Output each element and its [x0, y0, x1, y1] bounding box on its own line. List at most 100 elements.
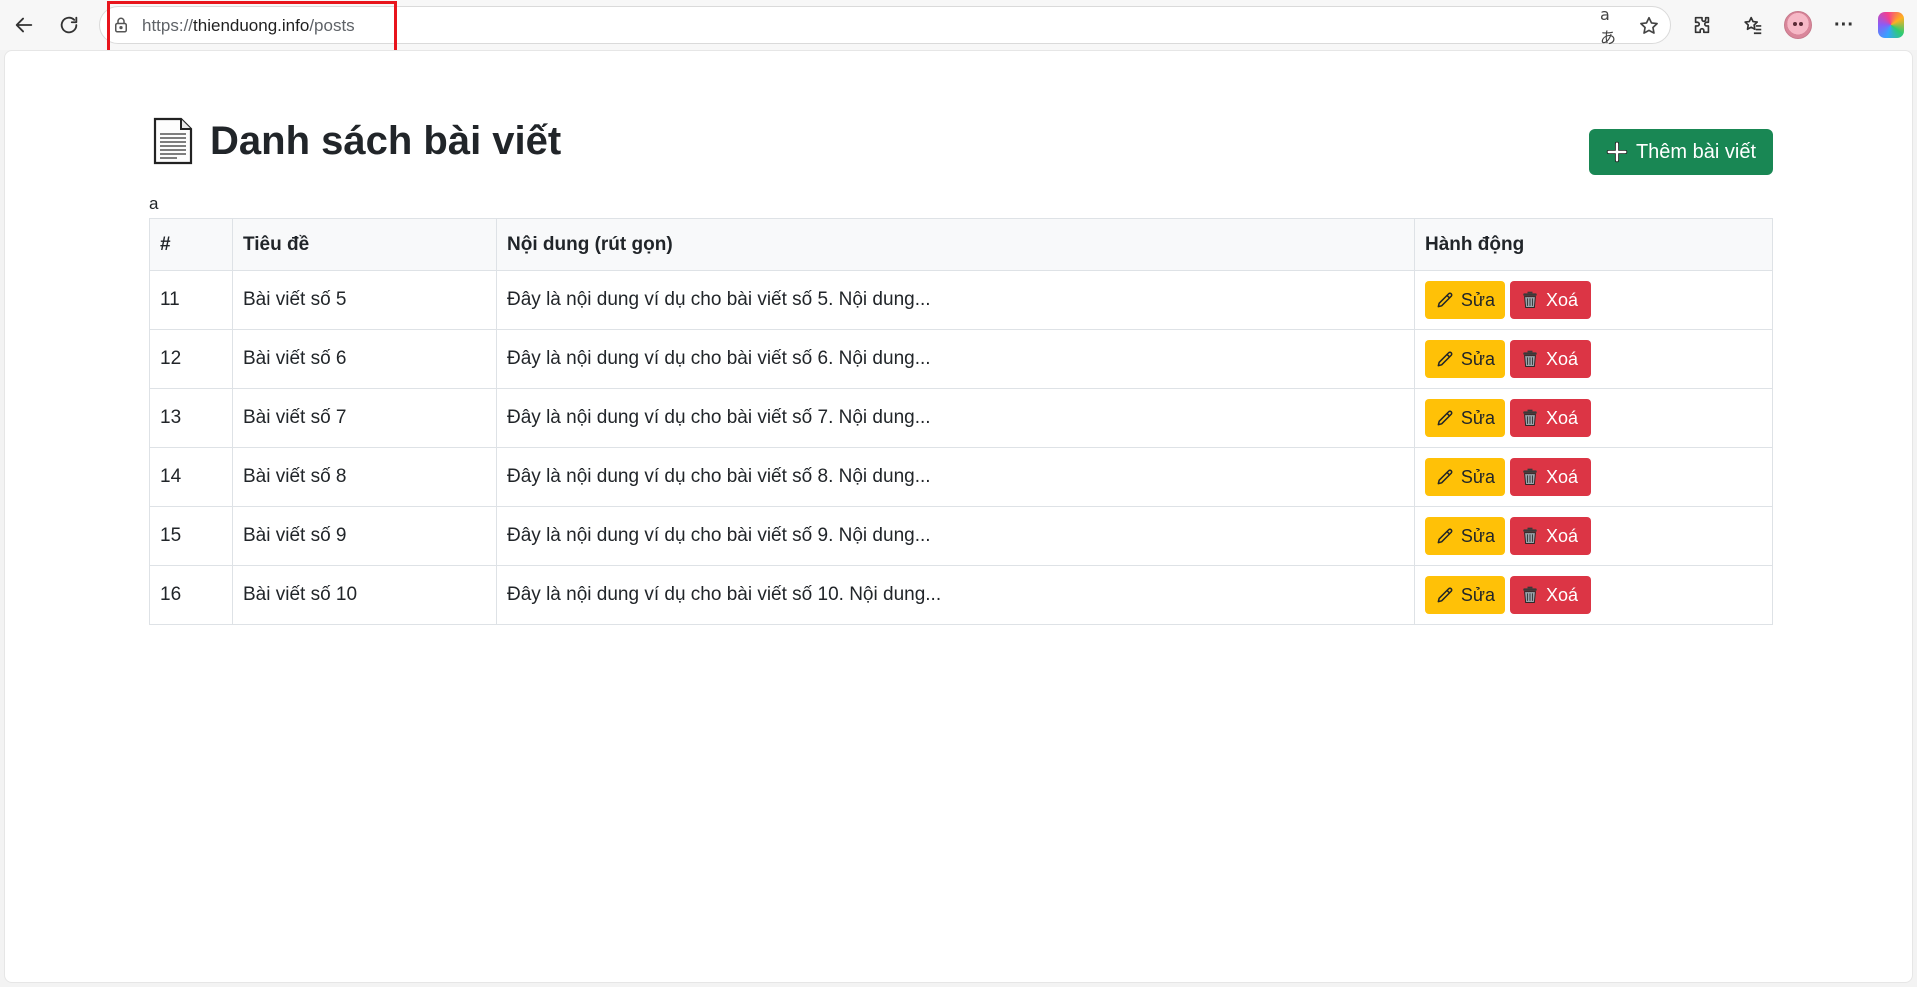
table-row: 13 Bài viết số 7 Đây là nội dung ví dụ c… [149, 388, 1773, 448]
delete-label: Xoá [1546, 584, 1579, 605]
delete-label: Xoá [1546, 525, 1579, 546]
cell-actions: Sửa Xoá [1414, 565, 1773, 625]
extensions-icon[interactable] [1686, 9, 1718, 41]
pencil-icon [1437, 410, 1453, 426]
delete-button[interactable]: Xoá [1510, 576, 1591, 614]
delete-button[interactable]: Xoá [1510, 458, 1591, 496]
cell-content: Đây là nội dung ví dụ cho bài viết số 8.… [496, 447, 1415, 507]
cell-title: Bài viết số 5 [232, 270, 497, 330]
pencil-icon [1437, 587, 1453, 603]
refresh-icon[interactable] [53, 9, 85, 41]
table-row: 12 Bài viết số 6 Đây là nội dung ví dụ c… [149, 329, 1773, 389]
add-post-label: Thêm bài viết [1635, 140, 1757, 163]
page-header: Danh sách bài viết Thêm bài viết [149, 113, 1773, 175]
pencil-icon [1437, 292, 1453, 308]
cell-id: 11 [149, 270, 233, 330]
edit-button[interactable]: Sửa [1425, 340, 1505, 378]
favorites-icon[interactable] [1737, 9, 1769, 41]
trash-icon [1523, 468, 1537, 485]
delete-label: Xoá [1546, 348, 1579, 369]
delete-label: Xoá [1546, 466, 1579, 487]
delete-button[interactable]: Xoá [1510, 517, 1591, 555]
back-icon[interactable] [8, 9, 40, 41]
table-header-row: # Tiêu đề Nội dung (rút gọn) Hành động [149, 218, 1773, 271]
add-post-button[interactable]: Thêm bài viết [1589, 129, 1773, 175]
cell-actions: Sửa Xoá [1414, 447, 1773, 507]
more-icon[interactable]: ··· [1828, 9, 1860, 41]
table-body: 11 Bài viết số 5 Đây là nội dung ví dụ c… [149, 270, 1773, 625]
cell-content: Đây là nội dung ví dụ cho bài viết số 6.… [496, 329, 1415, 389]
edit-label: Sửa [1460, 525, 1495, 546]
trash-icon [1523, 291, 1537, 308]
cell-actions: Sửa Xoá [1414, 270, 1773, 330]
pencil-icon [1437, 528, 1453, 544]
pencil-icon [1437, 469, 1453, 485]
delete-label: Xoá [1546, 407, 1579, 428]
trash-icon [1523, 586, 1537, 603]
page-viewport: Danh sách bài viết Thêm bài viết a # Tiê… [4, 50, 1913, 983]
browser-toolbar: https://thienduong.info/posts aあ ··· [0, 0, 1917, 53]
cell-id: 16 [149, 565, 233, 625]
cell-content: Đây là nội dung ví dụ cho bài viết số 9.… [496, 506, 1415, 566]
url-host: thienduong.info [193, 16, 310, 35]
url-scheme: https:// [142, 16, 194, 35]
header-title: Tiêu đề [232, 218, 497, 271]
document-icon [153, 117, 193, 165]
trash-icon [1523, 350, 1537, 367]
copilot-icon[interactable] [1875, 9, 1907, 41]
trash-icon [1523, 527, 1537, 544]
cell-id: 14 [149, 447, 233, 507]
copilot-logo [1878, 12, 1904, 38]
cell-title: Bài viết số 6 [232, 329, 497, 389]
avatar [1784, 11, 1812, 39]
cell-title: Bài viết số 8 [232, 447, 497, 507]
posts-table: # Tiêu đề Nội dung (rút gọn) Hành động 1… [149, 218, 1773, 625]
cell-title: Bài viết số 10 [232, 565, 497, 625]
cell-actions: Sửa Xoá [1414, 329, 1773, 389]
star-icon[interactable] [1638, 15, 1660, 37]
edit-label: Sửa [1460, 289, 1495, 310]
trash-icon [1523, 409, 1537, 426]
cell-content: Đây là nội dung ví dụ cho bài viết số 10… [496, 565, 1415, 625]
lock-icon[interactable] [112, 16, 130, 34]
delete-button[interactable]: Xoá [1510, 399, 1591, 437]
url-text[interactable]: https://thienduong.info/posts [142, 16, 355, 36]
table-row: 16 Bài viết số 10 Đây là nội dung ví dụ … [149, 565, 1773, 625]
cell-actions: Sửa Xoá [1414, 388, 1773, 448]
cell-actions: Sửa Xoá [1414, 506, 1773, 566]
more-glyph: ··· [1834, 13, 1854, 36]
cell-id: 13 [149, 388, 233, 448]
plus-icon [1606, 141, 1628, 163]
delete-label: Xoá [1546, 289, 1579, 310]
edit-label: Sửa [1460, 584, 1495, 605]
translate-icon[interactable]: aあ [1600, 5, 1622, 47]
cell-content: Đây là nội dung ví dụ cho bài viết số 5.… [496, 270, 1415, 330]
address-bar[interactable]: https://thienduong.info/posts aあ [99, 5, 1671, 47]
header-content: Nội dung (rút gọn) [496, 218, 1415, 271]
cell-content: Đây là nội dung ví dụ cho bài viết số 7.… [496, 388, 1415, 448]
cell-title: Bài viết số 9 [232, 506, 497, 566]
profile-avatar[interactable] [1782, 9, 1814, 41]
page-title: Danh sách bài viết [210, 119, 562, 163]
delete-button[interactable]: Xoá [1510, 340, 1591, 378]
edit-label: Sửa [1460, 407, 1495, 428]
edit-button[interactable]: Sửa [1425, 517, 1505, 555]
edit-button[interactable]: Sửa [1425, 399, 1505, 437]
table-row: 15 Bài viết số 9 Đây là nội dung ví dụ c… [149, 506, 1773, 566]
pencil-icon [1437, 351, 1453, 367]
cell-title: Bài viết số 7 [232, 388, 497, 448]
header-actions: Hành động [1414, 218, 1773, 271]
table-row: 11 Bài viết số 5 Đây là nội dung ví dụ c… [149, 270, 1773, 330]
delete-button[interactable]: Xoá [1510, 281, 1591, 319]
table-row: 14 Bài viết số 8 Đây là nội dung ví dụ c… [149, 447, 1773, 507]
cell-id: 12 [149, 329, 233, 389]
header-number: # [149, 218, 233, 271]
edit-label: Sửa [1460, 466, 1495, 487]
edit-button[interactable]: Sửa [1425, 576, 1505, 614]
edit-button[interactable]: Sửa [1425, 281, 1505, 319]
edit-label: Sửa [1460, 348, 1495, 369]
stray-text: a [149, 194, 159, 213]
edit-button[interactable]: Sửa [1425, 458, 1505, 496]
cell-id: 15 [149, 506, 233, 566]
url-path: /posts [309, 16, 355, 35]
